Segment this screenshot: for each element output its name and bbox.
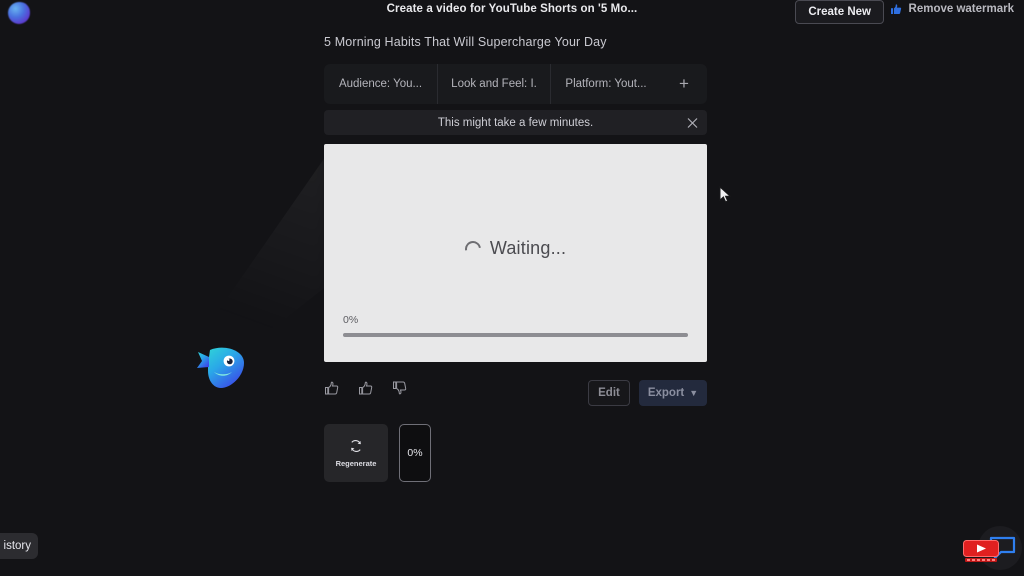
add-parameter-button[interactable]: + xyxy=(661,64,707,104)
fish-mascot-icon xyxy=(197,347,244,388)
chip-look-and-feel[interactable]: Look and Feel: I. xyxy=(438,64,551,104)
progress-percent-label: 0% xyxy=(343,314,359,326)
regenerate-label: Regenerate xyxy=(335,458,377,468)
blue-badge-icon xyxy=(890,3,901,14)
export-button[interactable]: Export ▼ xyxy=(639,380,707,406)
parameter-chips-row: Audience: You... Look and Feel: I. Platf… xyxy=(324,64,707,104)
progress-bar xyxy=(343,333,688,337)
thumbs-up-alt-icon[interactable] xyxy=(358,380,374,396)
action-row: Edit Export ▼ xyxy=(324,380,707,406)
refresh-icon xyxy=(351,439,361,452)
waiting-status: Waiting... xyxy=(324,237,707,260)
bottom-right-overlay xyxy=(960,515,1024,576)
history-button[interactable]: istory xyxy=(0,533,38,559)
youtube-subscribe-icon[interactable] xyxy=(963,540,999,564)
close-icon[interactable] xyxy=(687,117,698,128)
thumbs-down-icon[interactable] xyxy=(392,380,408,396)
thumbs-up-icon[interactable] xyxy=(324,380,340,396)
video-preview-panel: Waiting... 0% xyxy=(324,144,707,362)
chip-audience[interactable]: Audience: You... xyxy=(324,64,438,104)
feedback-controls xyxy=(324,380,408,396)
loading-spinner-icon xyxy=(461,237,484,260)
notification-bar: This might take a few minutes. xyxy=(324,110,707,135)
remove-watermark-button[interactable]: Remove watermark xyxy=(890,3,1014,15)
export-label: Export xyxy=(647,387,685,399)
edit-button[interactable]: Edit xyxy=(588,380,630,406)
regenerate-card[interactable]: Regenerate xyxy=(324,424,388,482)
chevron-down-icon: ▼ xyxy=(689,387,699,398)
video-subtitle: 5 Morning Habits That Will Supercharge Y… xyxy=(324,35,607,49)
app-root: Create a video for YouTube Shorts on '5 … xyxy=(0,0,1024,576)
mouse-pointer-icon xyxy=(719,186,732,203)
create-new-button[interactable]: Create New xyxy=(795,0,884,24)
chip-platform[interactable]: Platform: Yout... xyxy=(551,64,661,104)
waiting-label: Waiting... xyxy=(489,238,567,258)
remove-watermark-label: Remove watermark xyxy=(908,3,1014,15)
video-thumbnail-card[interactable]: 0% xyxy=(399,424,431,482)
notification-text: This might take a few minutes. xyxy=(437,116,594,129)
thumbnail-progress-label: 0% xyxy=(407,447,423,459)
